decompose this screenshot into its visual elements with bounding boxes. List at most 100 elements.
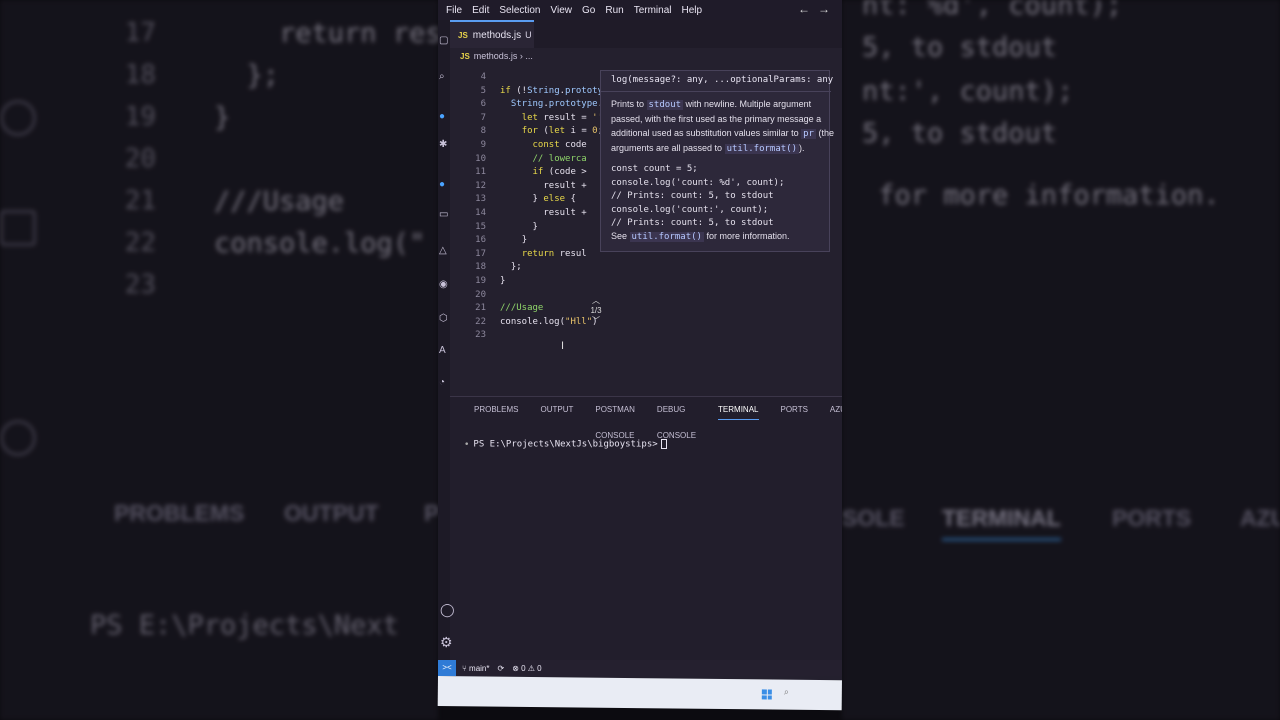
sync-icon[interactable]: ⟳ <box>497 664 504 673</box>
line-number: 16 <box>475 235 486 246</box>
menu-terminal[interactable]: Terminal <box>634 5 672 16</box>
overload-counter[interactable]: ︿ 1/3 ﹀ <box>588 296 604 326</box>
menu-file[interactable]: File <box>446 5 462 16</box>
code-line[interactable]: 19} <box>450 274 842 288</box>
code-line[interactable]: 23 <box>450 328 842 342</box>
breadcrumb-more[interactable]: ... <box>525 51 533 61</box>
git-branch[interactable]: ⑂ main* <box>462 664 489 673</box>
hover-signature: log(message?: any, ...optionalParams: an… <box>611 75 834 85</box>
bg-tab-ports: PORTS <box>1112 505 1192 531</box>
code-line[interactable]: 21 ///Usage <box>450 301 842 315</box>
code-token: result + <box>543 208 587 218</box>
postman-icon[interactable]: ◉ <box>439 280 449 290</box>
code-token: } <box>500 276 506 286</box>
run-debug-icon[interactable]: ✱ <box>439 140 449 150</box>
panel-tab-output[interactable]: OUTPUT <box>540 397 573 423</box>
code-token: { <box>570 194 576 205</box>
azure-icon[interactable]: A <box>439 346 449 356</box>
panel-tab-postman-console[interactable]: POSTMAN CONSOLE <box>595 397 635 440</box>
menu-help[interactable]: Help <box>682 5 703 16</box>
github-icon[interactable]: ◔ <box>439 378 449 388</box>
hover-chip-util-format: util.format() <box>724 144 800 154</box>
code-token: } <box>521 235 528 246</box>
menu-go[interactable]: Go <box>582 5 595 16</box>
line-number: 15 <box>475 221 486 232</box>
code-token: } <box>532 221 538 232</box>
bg-line-number: 18 <box>124 60 156 90</box>
code-token: } <box>532 194 544 205</box>
breadcrumb-js-icon: JS <box>460 52 470 61</box>
tab-filename: methods.js <box>472 29 522 41</box>
problems-count[interactable]: ⊗ 0 ⚠ 0 <box>512 664 541 673</box>
line-number: 9 <box>480 140 486 150</box>
line-number: 11 <box>475 167 486 178</box>
nav-arrows[interactable]: ←→ <box>798 2 838 16</box>
hover-desc-part-4: ). <box>799 143 805 153</box>
bg-hover-line: nt: %d', count); <box>862 0 1123 21</box>
bg-code-line: console.log(" <box>214 228 426 259</box>
docker-icon[interactable]: ⬡ <box>439 314 449 324</box>
menu-edit[interactable]: Edit <box>472 5 489 16</box>
tab-methods-js[interactable]: JS methods.js U <box>450 20 534 48</box>
code-token: prototype <box>548 99 598 110</box>
explorer-icon[interactable]: ▢ <box>439 36 449 46</box>
breadcrumb[interactable]: JS methods.js › ... <box>460 51 533 61</box>
taskbar-search-icon[interactable]: ⌕ <box>784 688 789 698</box>
panel-tab-debug-console[interactable]: DEBUG CONSOLE <box>657 397 696 440</box>
code-line[interactable]: 18 }; <box>450 260 842 274</box>
extensions-icon[interactable]: ● <box>439 180 449 190</box>
bg-hover-line: 5, to stdout <box>862 118 1058 149</box>
editor-tab-bar: JS methods.js U <box>450 20 842 48</box>
panel-tab-ports[interactable]: PORTS <box>781 397 808 423</box>
bg-box-icon <box>0 210 36 246</box>
line-number: 13 <box>475 194 486 205</box>
chevron-down-icon[interactable]: ﹀ <box>588 316 604 326</box>
code-line[interactable]: 20 <box>450 288 842 302</box>
menu-run[interactable]: Run <box>605 5 623 16</box>
chevron-up-icon[interactable]: ︿ <box>588 296 604 306</box>
hover-see-link[interactable]: util.format() <box>629 232 704 242</box>
back-arrow-icon[interactable]: ← <box>798 2 818 16</box>
account-icon[interactable]: ◯ <box>440 602 456 618</box>
menu-selection[interactable]: Selection <box>499 5 540 16</box>
search-icon[interactable]: ⌕ <box>439 72 449 82</box>
line-number: 21 <box>475 303 486 314</box>
source-control-icon[interactable]: ● <box>439 112 449 122</box>
remote-explorer-icon[interactable]: ▭ <box>439 210 449 220</box>
code-token: const <box>532 140 566 150</box>
bg-code-line: } <box>214 102 231 133</box>
bg-tab-partial: P <box>424 500 438 526</box>
line-number: 5 <box>480 85 486 96</box>
testing-icon[interactable]: △ <box>439 246 449 256</box>
bg-line-number: 17 <box>124 18 156 48</box>
code-line[interactable]: 22 console.log("Hll") <box>450 315 842 329</box>
code-token: return <box>521 248 560 259</box>
breadcrumb-file[interactable]: methods.js <box>474 51 518 61</box>
line-number: 12 <box>475 180 486 191</box>
branch-name: main* <box>469 663 490 673</box>
hover-see-tail: for more information. <box>703 231 790 241</box>
bg-github-icon <box>0 420 36 456</box>
vscode-window: File Edit Selection View Go Run Terminal… <box>438 0 842 680</box>
activity-bar: ▢ ⌕ ● ✱ ● ▭ △ ◉ ⬡ A ◔ <box>438 20 450 660</box>
hover-desc-part-1: Prints to <box>611 99 647 109</box>
line-number: 8 <box>480 126 486 137</box>
panel-tab-problems[interactable]: PROBLEMS <box>474 397 518 423</box>
panel-tab-azu[interactable]: AZU <box>830 397 842 423</box>
menu-view[interactable]: View <box>551 5 573 16</box>
terminal-output[interactable]: • PS E:\Projects\NextJs\bigboystips> <box>464 439 667 450</box>
hover-example-code: const count = 5; console.log('count: %d'… <box>611 164 785 228</box>
panel-tab-terminal[interactable]: TERMINAL <box>718 397 759 423</box>
overload-index: 1/3 <box>590 306 602 315</box>
remote-indicator[interactable]: >< <box>438 660 456 676</box>
windows-start-icon[interactable] <box>761 689 772 700</box>
gear-icon[interactable]: ⚙ <box>440 634 456 650</box>
bottom-panel: PROBLEMS OUTPUT POSTMAN CONSOLE DEBUG CONSO… <box>450 396 842 660</box>
code-token: result = <box>543 112 593 123</box>
forward-arrow-icon[interactable]: → <box>818 2 838 16</box>
